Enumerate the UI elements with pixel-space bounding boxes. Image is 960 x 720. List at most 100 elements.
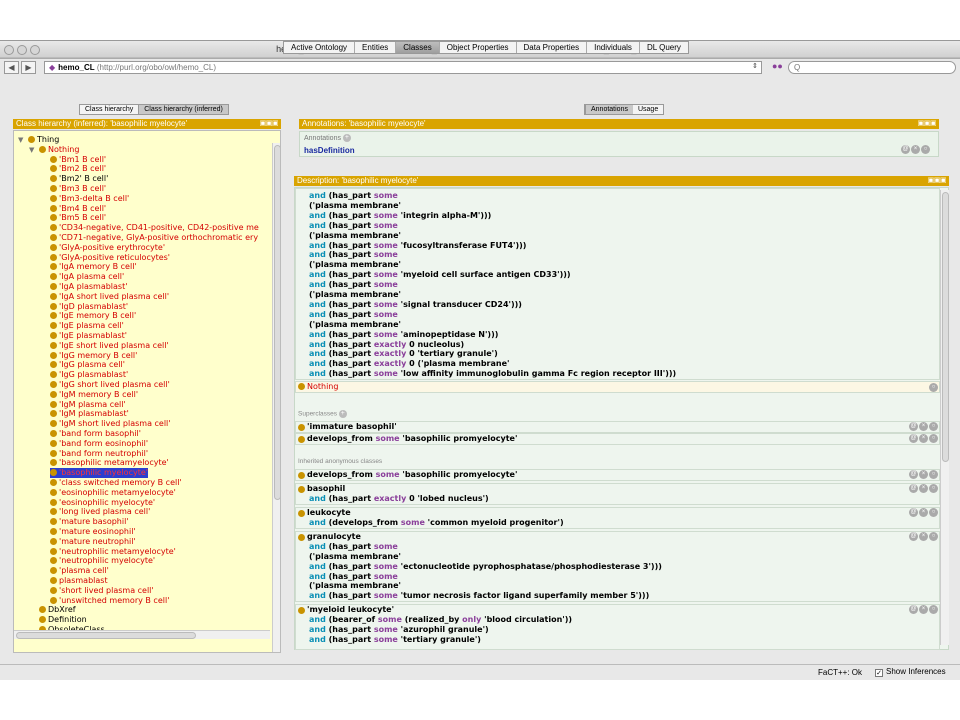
- tree-node[interactable]: 'neutrophilic metamyelocyte': [50, 547, 176, 557]
- tree-node[interactable]: 'IgA short lived plasma cell': [50, 292, 169, 302]
- edit-icon[interactable]: ○: [929, 507, 938, 517]
- delete-icon[interactable]: ×: [919, 470, 928, 479]
- tree-node[interactable]: 'IgE memory B cell': [50, 311, 136, 321]
- tree-node[interactable]: 'IgE short lived plasma cell': [50, 341, 169, 351]
- scroll-thumb[interactable]: [16, 632, 196, 639]
- tree-node[interactable]: 'eosinophilic metamyelocyte': [50, 488, 176, 498]
- tree-node[interactable]: 'basophilic myelocyte': [50, 468, 148, 479]
- edit-icon[interactable]: ○: [929, 605, 938, 615]
- annotation-property[interactable]: hasDefinition: [304, 146, 355, 155]
- tab-class-hierarchy-inferred[interactable]: Class hierarchy (inferred): [138, 105, 228, 114]
- tree-vertical-scrollbar[interactable]: [272, 143, 280, 652]
- expand-arrow-icon[interactable]: ▼: [18, 135, 23, 145]
- tree-horizontal-scrollbar[interactable]: [14, 630, 270, 639]
- add-annotation-icon[interactable]: +: [342, 134, 351, 142]
- tree-node[interactable]: 'GlyA-positive reticulocytes': [50, 253, 170, 263]
- expand-arrow-icon[interactable]: ▼: [29, 145, 34, 155]
- annotate-icon[interactable]: @: [909, 605, 918, 615]
- tab-active-ontology[interactable]: Active Ontology: [284, 42, 356, 53]
- tree-node[interactable]: Definition: [39, 615, 87, 625]
- selector-stepper-icon[interactable]: ⇕: [752, 62, 758, 70]
- tree-node[interactable]: 'IgG plasmablast': [50, 370, 128, 380]
- tab-object-properties[interactable]: Object Properties: [440, 42, 517, 53]
- tree-node[interactable]: DbXref: [39, 605, 76, 615]
- annotate-icon[interactable]: @: [909, 434, 918, 443]
- edit-icon[interactable]: ○: [929, 484, 938, 493]
- forward-arrow-icon[interactable]: ▶: [21, 61, 36, 74]
- edit-icon[interactable]: ○: [929, 383, 938, 392]
- add-superclass-icon[interactable]: +: [338, 410, 347, 418]
- delete-icon[interactable]: ×: [919, 422, 928, 431]
- edit-icon[interactable]: ○: [929, 434, 938, 443]
- delete-icon[interactable]: ×: [919, 434, 928, 443]
- scroll-thumb[interactable]: [274, 145, 280, 500]
- edit-icon[interactable]: ○: [929, 422, 938, 431]
- panel-controls-icon[interactable]: ▣▣▣: [918, 119, 937, 129]
- tree-node[interactable]: 'CD34-negative, CD41-positive, CD42-posi…: [50, 223, 259, 233]
- tree-node[interactable]: 'IgM plasmablast': [50, 409, 129, 419]
- tree-node[interactable]: 'IgM memory B cell': [50, 390, 138, 400]
- delete-icon[interactable]: ×: [919, 605, 928, 615]
- annotate-icon[interactable]: @: [909, 531, 918, 541]
- tree-node[interactable]: 'Bm2 B cell': [50, 164, 106, 174]
- annotate-icon[interactable]: @: [909, 470, 918, 479]
- tree-node[interactable]: 'band form eosinophil': [50, 439, 148, 449]
- tree-node[interactable]: 'short lived plasma cell': [50, 586, 154, 596]
- panel-controls-icon[interactable]: ▣▣▣: [260, 119, 279, 129]
- tree-node[interactable]: 'CD71-negative, GlyA-positive orthochrom…: [50, 233, 258, 243]
- class-tree[interactable]: ▼ Thing ▼ Nothing 'Bm1 B cell' 'Bm2 B cell' 'B…: [13, 130, 281, 653]
- tree-node[interactable]: 'GlyA-positive erythrocyte': [50, 243, 165, 253]
- panel-controls-icon[interactable]: ▣▣▣: [928, 176, 947, 186]
- ontology-selector[interactable]: ◆ hemo_CL (http://purl.org/obo/owl/hemo_C…: [44, 61, 762, 74]
- search-input[interactable]: Q: [788, 61, 956, 74]
- edit-icon[interactable]: ○: [929, 531, 938, 541]
- annotate-icon[interactable]: @: [909, 507, 918, 517]
- tree-node[interactable]: 'mature basophil': [50, 517, 129, 527]
- tree-node[interactable]: 'IgM short lived plasma cell': [50, 419, 170, 429]
- tab-annotations[interactable]: Annotations: [585, 105, 633, 114]
- tree-node[interactable]: 'Bm5 B cell': [50, 213, 106, 223]
- tree-node[interactable]: 'mature neutrophil': [50, 537, 136, 547]
- annotate-icon[interactable]: @: [909, 422, 918, 431]
- tree-node[interactable]: 'IgG plasma cell': [50, 360, 125, 370]
- tree-node[interactable]: 'Bm2' B cell': [50, 174, 108, 184]
- annotate-icon[interactable]: @: [909, 484, 918, 493]
- show-inferences-checkbox[interactable]: ✓ Show Inferences: [875, 667, 946, 677]
- tab-class-hierarchy[interactable]: Class hierarchy: [80, 105, 138, 114]
- tab-usage[interactable]: Usage: [633, 105, 663, 114]
- tree-node[interactable]: plasmablast: [50, 576, 108, 586]
- tree-node[interactable]: 'IgG memory B cell': [50, 351, 137, 361]
- tree-node[interactable]: 'IgE plasmablast': [50, 331, 127, 341]
- delete-icon[interactable]: ×: [919, 531, 928, 541]
- tree-node[interactable]: 'unswitched memory B cell': [50, 596, 169, 606]
- back-arrow-icon[interactable]: ◀: [4, 61, 19, 74]
- tab-data-properties[interactable]: Data Properties: [517, 42, 588, 53]
- tree-node[interactable]: ▼ Thing: [18, 135, 59, 145]
- tab-individuals[interactable]: Individuals: [587, 42, 640, 53]
- delete-icon[interactable]: ×: [919, 507, 928, 517]
- delete-icon[interactable]: ×: [911, 145, 920, 154]
- delete-icon[interactable]: ×: [919, 484, 928, 493]
- tree-node[interactable]: 'neutrophilic myelocyte': [50, 556, 155, 566]
- tree-node[interactable]: 'Bm1 B cell': [50, 155, 106, 165]
- tree-node[interactable]: 'plasma cell': [50, 566, 109, 576]
- binoculars-icon[interactable]: ●●: [772, 61, 783, 71]
- tree-node[interactable]: 'Bm3 B cell': [50, 184, 106, 194]
- tree-node[interactable]: 'mature eosinophil': [50, 527, 136, 537]
- tree-node[interactable]: 'class switched memory B cell': [50, 478, 182, 488]
- tab-entities[interactable]: Entities: [355, 42, 397, 53]
- tree-node[interactable]: 'IgD plasmablast': [50, 302, 128, 312]
- tree-node[interactable]: 'IgA memory B cell': [50, 262, 137, 272]
- tab-dl-query[interactable]: DL Query: [640, 42, 688, 53]
- tree-node[interactable]: 'IgA plasma cell': [50, 272, 124, 282]
- scroll-thumb[interactable]: [942, 192, 949, 462]
- tree-node[interactable]: 'Bm3-delta B cell': [50, 194, 129, 204]
- tree-node[interactable]: 'Bm4 B cell': [50, 204, 106, 214]
- tree-node[interactable]: 'eosinophilic myelocyte': [50, 498, 155, 508]
- tree-node[interactable]: 'long lived plasma cell': [50, 507, 150, 517]
- tree-node[interactable]: 'IgE plasma cell': [50, 321, 124, 331]
- tree-node[interactable]: 'IgM plasma cell': [50, 400, 126, 410]
- tab-classes[interactable]: Classes: [396, 42, 440, 53]
- edit-icon[interactable]: ○: [929, 470, 938, 479]
- annotate-icon[interactable]: @: [901, 145, 910, 154]
